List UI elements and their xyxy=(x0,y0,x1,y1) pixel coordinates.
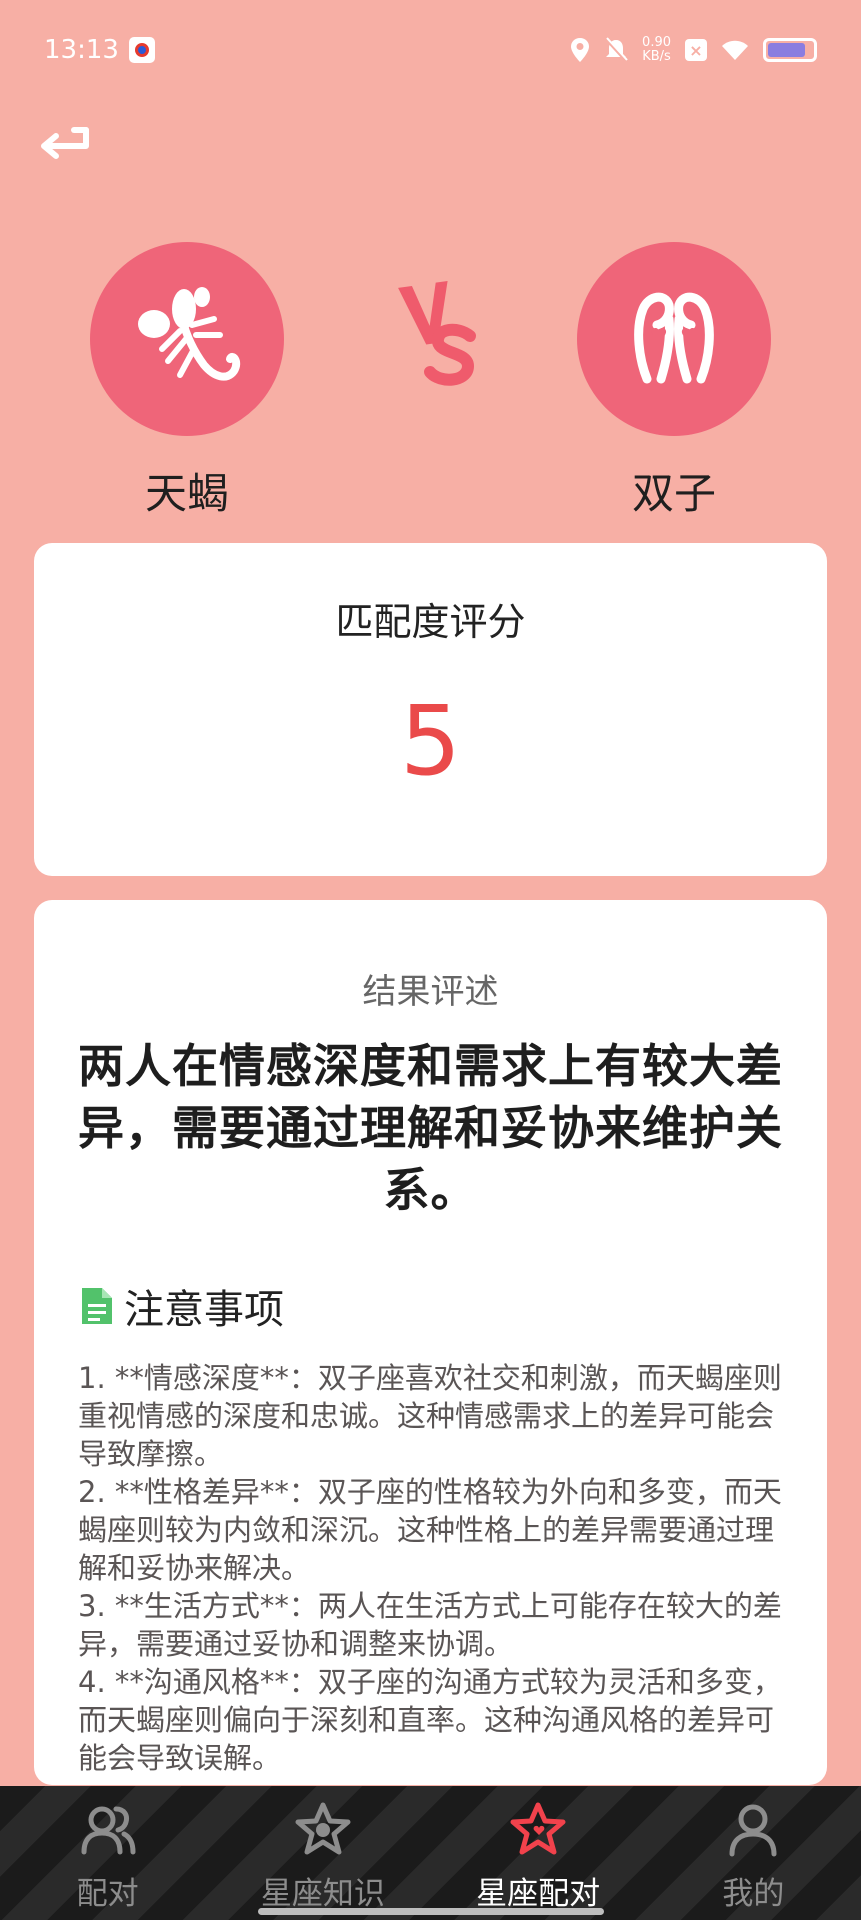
nav-item-zodiac-knowledge[interactable]: 星座知识 xyxy=(223,1800,423,1913)
notes-list: 1. **情感深度**：双子座喜欢社交和刺激，而天蝎座则重视情感的深度和忠诚。这… xyxy=(78,1359,783,1777)
note-item: 4. **沟通风格**：双子座的沟通方式较为灵活和多变，而天蝎座则偏向于深刻和直… xyxy=(78,1665,782,1775)
document-icon xyxy=(82,1288,112,1324)
notes-header: 注意事项 xyxy=(78,1277,783,1335)
back-icon[interactable] xyxy=(34,122,94,166)
score-card: 匹配度评分 5 xyxy=(34,543,827,876)
bottom-nav: 配对 星座知识 星座配对 我的 xyxy=(0,1786,861,1920)
result-summary: 两人在情感深度和需求上有较大差异，需要通过理解和妥协来维护关系。 xyxy=(78,1039,783,1217)
scorpio-icon xyxy=(138,287,241,381)
person-icon xyxy=(729,1804,777,1857)
zodiac-left-avatar xyxy=(90,242,284,436)
home-indicator[interactable] xyxy=(258,1908,604,1915)
sim-off-icon: × xyxy=(685,39,707,61)
score-value: 5 xyxy=(399,685,462,797)
nav-item-zodiac-pairing[interactable]: 星座配对 xyxy=(438,1800,638,1913)
nav-label: 星座配对 xyxy=(476,1876,601,1912)
note-item: 1. **情感深度**：双子座喜欢社交和刺激，而天蝎座则重视情感的深度和忠诚。这… xyxy=(78,1361,782,1471)
network-speed: 0.90 KB/s xyxy=(642,36,671,64)
zodiac-right-avatar xyxy=(577,242,771,436)
star-heart-icon xyxy=(510,1802,566,1855)
result-card: 结果评述 两人在情感深度和需求上有较大差异，需要通过理解和妥协来维护关系。 注意… xyxy=(34,900,827,1785)
nav-item-pairing[interactable]: 配对 xyxy=(8,1800,208,1913)
zodiac-right: 双子 xyxy=(577,242,771,521)
network-speed-unit: KB/s xyxy=(642,49,671,64)
wifi-icon xyxy=(722,40,748,60)
network-speed-value: 0.90 xyxy=(642,35,671,50)
people-icon xyxy=(81,1806,136,1855)
nav-label: 星座知识 xyxy=(260,1876,385,1912)
note-item: 3. **生活方式**：两人在生活方式上可能存在较大的差异，需要通过妥协和调整来… xyxy=(78,1589,782,1661)
vs-icon xyxy=(398,280,476,386)
location-icon xyxy=(571,38,590,62)
star-badge-icon xyxy=(295,1802,351,1855)
result-label: 结果评述 xyxy=(362,972,499,1012)
gemini-icon xyxy=(634,292,714,384)
nav-label: 配对 xyxy=(76,1876,139,1912)
zodiac-left-name: 天蝎 xyxy=(144,469,229,518)
status-bar: 13:13 0.90 KB/s × xyxy=(0,0,861,100)
mute-bell-icon xyxy=(604,37,628,63)
nav-label: 我的 xyxy=(722,1876,785,1912)
app-notification-icon xyxy=(128,37,155,63)
battery-level xyxy=(768,43,806,57)
battery-icon xyxy=(763,38,817,62)
status-time: 13:13 xyxy=(44,35,119,65)
note-item: 2. **性格差异**：双子座的性格较为外向和多变，而天蝎座则较为内敛和深沉。这… xyxy=(78,1475,782,1585)
notes-title: 注意事项 xyxy=(124,1287,284,1333)
zodiac-left: 天蝎 xyxy=(90,242,284,521)
nav-item-mine[interactable]: 我的 xyxy=(653,1800,853,1913)
zodiac-right-name: 双子 xyxy=(631,469,716,518)
score-title: 匹配度评分 xyxy=(335,600,526,644)
